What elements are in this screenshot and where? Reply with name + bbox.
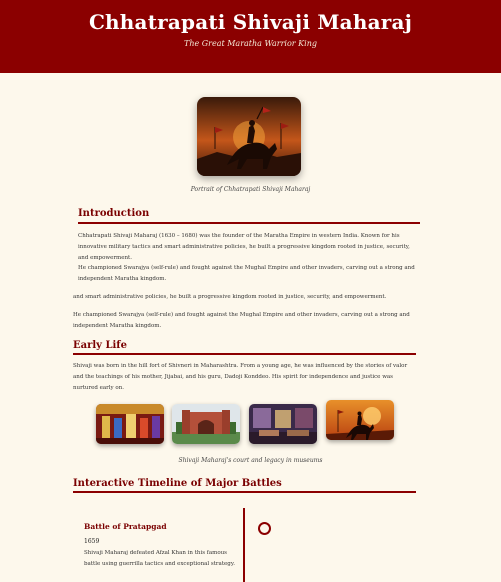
introduction-paragraph-2: He championed Swarajya (self-rule) and f… (78, 265, 415, 282)
gallery-image-warrior-sunset[interactable] (326, 400, 394, 440)
portrait-image[interactable] (197, 97, 301, 176)
gallery-image-court[interactable] (96, 404, 164, 444)
page-title: Chhatrapati Shivaji Maharaj (88, 10, 413, 34)
gallery-image-museum-hall[interactable] (249, 404, 317, 444)
page-header: Chhatrapati Shivaji Maharaj The Great Ma… (0, 0, 501, 73)
page-subtitle: The Great Maratha Warrior King (184, 39, 317, 48)
gallery-caption: Shivaji Maharaj's court and legacy in mu… (178, 457, 323, 464)
introduction-overflow-paragraph: He championed Swarajya (self-rule) and f… (73, 312, 410, 329)
battle-description: Shivaji Maharaj defeated Afzal Khan in t… (84, 550, 235, 567)
royal-court-painting (96, 404, 164, 444)
early-life-paragraph: Shivaji was born in the hill fort of Shi… (73, 363, 408, 391)
battle-title: Battle of Pratapgad (84, 522, 167, 531)
timeline-axis (243, 508, 245, 582)
museum-hall-photo (249, 404, 317, 444)
introduction-heading: Introduction (78, 208, 150, 219)
introduction-overflow-text: and smart administrative policies, he bu… (73, 294, 387, 300)
introduction-divider (78, 222, 420, 224)
timeline-heading: Interactive Timeline of Major Battles (73, 478, 282, 489)
portrait-caption: Portrait of Chhatrapati Shivaji Maharaj (190, 186, 311, 193)
introduction-paragraph-1: Chhatrapati Shivaji Maharaj (1630 – 1680… (78, 233, 410, 261)
warrior-sunset-painting (326, 400, 394, 440)
battle-year: 1659 (84, 538, 100, 545)
timeline-marker[interactable] (258, 522, 271, 535)
fort-gate-photo (172, 404, 240, 444)
early-life-heading: Early Life (73, 340, 127, 351)
warrior-on-horse-illustration (197, 97, 301, 176)
timeline-divider (73, 491, 416, 493)
gallery-image-fort-gate[interactable] (172, 404, 240, 444)
early-life-divider (73, 353, 416, 355)
